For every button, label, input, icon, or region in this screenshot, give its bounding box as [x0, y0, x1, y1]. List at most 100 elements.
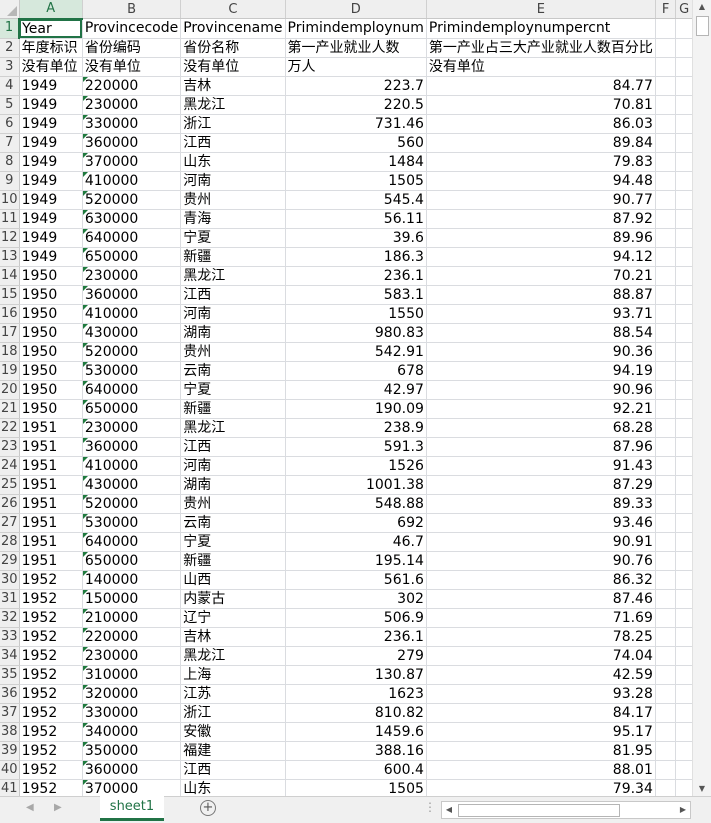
cell[interactable]: 1952 [19, 779, 83, 796]
add-sheet-icon[interactable]: + [200, 800, 216, 816]
cell[interactable]: 90.76 [426, 551, 656, 571]
cell[interactable] [675, 627, 693, 647]
row-header[interactable]: 8 [0, 152, 20, 172]
row-header[interactable]: 40 [0, 760, 20, 780]
cell[interactable]: 1951 [19, 494, 83, 514]
row-header[interactable]: 7 [0, 133, 20, 153]
row-header[interactable]: 1 [0, 18, 21, 39]
cell[interactable] [675, 247, 693, 267]
cell[interactable]: 279 [285, 646, 427, 666]
cell[interactable]: 93.46 [426, 513, 656, 533]
cell[interactable] [655, 418, 677, 438]
cell[interactable]: Primindemploynumpercnt [426, 18, 656, 39]
cell[interactable] [675, 342, 693, 362]
cell[interactable]: 江西 [180, 437, 286, 457]
cell[interactable]: 640000 [82, 228, 182, 248]
column-header-g[interactable]: G [675, 0, 693, 19]
cell[interactable] [655, 684, 677, 704]
cell[interactable]: 1952 [19, 722, 83, 742]
cell[interactable] [675, 418, 693, 438]
cell[interactable] [655, 209, 677, 229]
cell[interactable]: 1952 [19, 684, 83, 704]
cell[interactable]: 1949 [19, 247, 83, 267]
cell[interactable]: 90.77 [426, 190, 656, 210]
cell[interactable]: 91.43 [426, 456, 656, 476]
cell[interactable] [675, 589, 693, 609]
cell[interactable]: 新疆 [180, 399, 286, 419]
cell[interactable]: 浙江 [180, 114, 286, 134]
cell[interactable]: 1950 [19, 304, 83, 324]
cell[interactable] [675, 684, 693, 704]
scroll-right-icon[interactable]: ▶ [676, 802, 690, 818]
cell[interactable]: 42.97 [285, 380, 427, 400]
cell[interactable]: 640000 [82, 380, 182, 400]
cell[interactable] [675, 665, 693, 685]
cell[interactable]: 省份名称 [180, 38, 286, 58]
cell[interactable]: 692 [285, 513, 427, 533]
cell[interactable]: 黑龙江 [180, 266, 286, 286]
cell[interactable]: 贵州 [180, 494, 286, 514]
cell[interactable]: 360000 [82, 285, 182, 305]
cell[interactable]: 贵州 [180, 190, 286, 210]
cell[interactable]: 79.83 [426, 152, 656, 172]
cell[interactable] [675, 646, 693, 666]
cell[interactable]: 1550 [285, 304, 427, 324]
cell[interactable]: 140000 [82, 570, 182, 590]
cell[interactable]: 上海 [180, 665, 286, 685]
cell[interactable]: Provincename [180, 18, 286, 39]
cell-table[interactable]: A B C D E F G 1 Year Provincecode Provincename Prim… [0, 0, 693, 796]
row-header[interactable]: 33 [0, 627, 20, 647]
cell[interactable] [675, 437, 693, 457]
cell[interactable]: 1951 [19, 513, 83, 533]
cell[interactable]: 1952 [19, 646, 83, 666]
cell[interactable]: 130.87 [285, 665, 427, 685]
cell[interactable]: Primindemploynum [285, 18, 427, 39]
cell[interactable]: 1952 [19, 608, 83, 628]
row-header[interactable]: 20 [0, 380, 20, 400]
cell[interactable] [655, 247, 677, 267]
cell[interactable]: 84.77 [426, 76, 656, 96]
cell[interactable]: 223.7 [285, 76, 427, 96]
cell[interactable]: 青海 [180, 209, 286, 229]
cell[interactable]: 1950 [19, 342, 83, 362]
cell[interactable]: 93.71 [426, 304, 656, 324]
cell[interactable]: 贵州 [180, 342, 286, 362]
cell[interactable] [655, 399, 677, 419]
row-header[interactable]: 36 [0, 684, 20, 704]
cell[interactable]: 238.9 [285, 418, 427, 438]
cell[interactable]: 江西 [180, 133, 286, 153]
cell[interactable]: 70.81 [426, 95, 656, 115]
cell[interactable] [655, 456, 677, 476]
column-header-f[interactable]: F [655, 0, 677, 19]
cell[interactable]: 92.21 [426, 399, 656, 419]
cell[interactable]: 87.96 [426, 437, 656, 457]
cell[interactable] [675, 703, 693, 723]
cell[interactable] [655, 38, 677, 58]
cell[interactable] [655, 114, 677, 134]
cell[interactable] [655, 722, 677, 742]
cell[interactable]: 220000 [82, 627, 182, 647]
select-all-corner[interactable] [0, 0, 20, 19]
cell[interactable] [655, 703, 677, 723]
cell[interactable]: 1951 [19, 551, 83, 571]
vertical-scrollbar[interactable]: ▲ ▼ [692, 0, 711, 796]
cell[interactable]: 506.9 [285, 608, 427, 628]
cell[interactable]: Provincecode [82, 18, 182, 39]
cell[interactable]: 350000 [82, 741, 182, 761]
cell[interactable]: 42.59 [426, 665, 656, 685]
cell[interactable]: 410000 [82, 304, 182, 324]
cell[interactable]: 1526 [285, 456, 427, 476]
cell[interactable]: 1952 [19, 570, 83, 590]
cell[interactable]: 88.01 [426, 760, 656, 780]
cell[interactable]: 90.36 [426, 342, 656, 362]
cell[interactable]: 430000 [82, 323, 182, 343]
row-header[interactable]: 29 [0, 551, 20, 571]
vertical-scroll-thumb[interactable] [696, 16, 709, 36]
cell[interactable]: 第一产业占三大产业就业人数百分比 [426, 38, 656, 58]
cell[interactable]: 78.25 [426, 627, 656, 647]
cell[interactable] [655, 760, 677, 780]
cell[interactable]: 江苏 [180, 684, 286, 704]
cell[interactable] [655, 133, 677, 153]
cell[interactable]: 1950 [19, 361, 83, 381]
cell[interactable] [675, 304, 693, 324]
